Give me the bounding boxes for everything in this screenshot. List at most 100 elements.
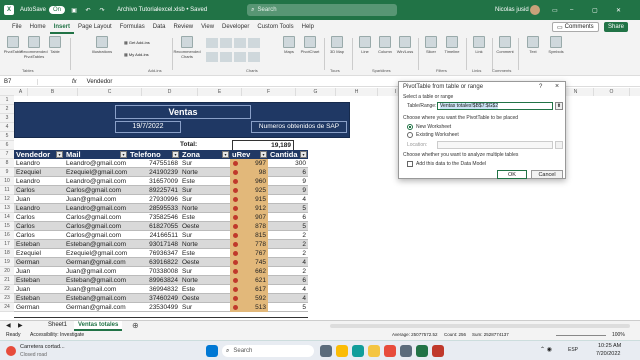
row-header[interactable]: 4 [0,123,14,132]
file-explorer-icon[interactable] [368,345,380,357]
pivotchart-button[interactable]: PivotChart [300,36,320,54]
cell-cantidad[interactable]: 9 [268,177,308,186]
cell-vendedor[interactable]: Ezequiel [14,249,64,258]
range-input[interactable]: Ventas totales!$B$7:$G$2 [437,102,553,110]
cell-mail[interactable]: Carlos@gmail.com [64,231,128,240]
text-button[interactable]: Text [524,36,542,54]
add-sheet-icon[interactable]: ⊕ [132,321,139,330]
select-all-corner[interactable] [0,88,14,96]
filter-dropdown-icon[interactable]: ▾ [172,151,179,158]
row-header[interactable]: 20 [0,267,14,276]
column-header[interactable]: A [14,88,28,96]
row-header[interactable]: 1 [0,96,14,105]
edge-icon[interactable] [352,345,364,357]
cell-telefono[interactable]: 76936347 [128,249,180,258]
cell-mail[interactable]: Juan@gmail.com [64,267,128,276]
redo-icon[interactable]: ↷ [97,5,107,15]
tab-file[interactable]: File [8,20,26,34]
cell-zona[interactable]: Sur [180,303,230,312]
avatar[interactable] [530,5,540,15]
cell-vendedor[interactable]: Juan [14,285,64,294]
tab-help[interactable]: Help [298,20,318,34]
row-header[interactable]: 9 [0,168,14,177]
cell-vendedor[interactable]: Carlos [14,213,64,222]
formula-input[interactable]: Vendedor [87,79,113,85]
clock-date[interactable]: 7/20/2022 [596,351,620,357]
bar-chart-icon[interactable] [248,38,260,48]
tab-developer[interactable]: Developer [218,20,253,34]
cell-cantidad[interactable]: 5 [268,303,308,312]
cell-telefono[interactable]: 31657009 [128,177,180,186]
cell-vendedor[interactable]: Ezequiel [14,168,64,177]
cell-vendedor[interactable]: Carlos [14,186,64,195]
tab-data[interactable]: Data [149,20,170,34]
filter-dropdown-icon[interactable]: ▾ [260,151,267,158]
cell-cantidad[interactable]: 5 [268,222,308,231]
sheet-tab-ventas-totales[interactable]: Ventas totales [74,321,123,331]
sheet-nav-prev-icon[interactable]: ◀ [6,322,11,329]
search-box[interactable]: ⌕ Search [247,4,398,16]
cell-mail[interactable]: Leandro@gmail.com [64,159,128,168]
3d-map-button[interactable]: 3D Map [328,36,346,54]
data-model-checkbox[interactable] [407,161,413,167]
tab-formulas[interactable]: Formulas [116,20,149,34]
cell-vendedor[interactable]: Esteban [14,294,64,303]
accessibility-status[interactable]: Accessibility: Investigate [30,332,84,338]
sheet-tab-sheet1[interactable]: Sheet1 [48,322,67,328]
tab-review[interactable]: Review [169,20,197,34]
zoom-level[interactable]: 100% [612,332,625,338]
other-chart-icon[interactable] [248,52,260,62]
name-box[interactable]: B7 [0,78,38,85]
filter-dropdown-icon[interactable]: ▾ [120,151,127,158]
cell-mail[interactable]: Ezequiel@gmail.com [64,249,128,258]
cell-vendedor[interactable]: Juan [14,195,64,204]
cell-telefono[interactable]: 74755168 [128,159,180,168]
cell-vendedor[interactable]: Carlos [14,231,64,240]
header-mail[interactable]: Mail [64,150,128,159]
horizontal-scrollbar[interactable] [330,324,630,328]
row-header[interactable]: 15 [0,222,14,231]
tab-view[interactable]: View [197,20,218,34]
row-header[interactable]: 21 [0,276,14,285]
save-icon[interactable]: ▣ [69,5,79,15]
cell-cantidad[interactable]: 300 [268,159,308,168]
column-header[interactable]: B [28,88,78,96]
cell-zona[interactable]: Este [180,213,230,222]
ribbon-display-icon[interactable]: ▭ [552,7,558,14]
language-indicator[interactable]: ESP [568,347,578,353]
cell-mail[interactable]: German@gmail.com [64,303,128,312]
autosave-toggle[interactable]: On [49,6,66,14]
existing-worksheet-label[interactable]: Existing Worksheet [416,132,459,138]
sparkline-line-button[interactable]: Line [356,36,374,54]
scatter-chart-icon[interactable] [220,52,232,62]
cell-telefono[interactable]: 70338008 [128,267,180,276]
cell-mail[interactable]: Carlos@gmail.com [64,186,128,195]
row-header[interactable]: 13 [0,204,14,213]
clock-time[interactable]: 10:25 AM [598,343,621,349]
cell-mail[interactable]: Ezequiel@gmail.com [64,168,128,177]
cell-vendedor[interactable]: German [14,303,64,312]
cell-vendedor[interactable]: Carlos [14,222,64,231]
chrome-icon[interactable] [336,345,348,357]
cell-telefono[interactable]: 28595533 [128,204,180,213]
table-button[interactable]: Table [46,36,64,54]
cell-telefono[interactable]: 89963824 [128,276,180,285]
cell-cantidad[interactable]: 9 [268,186,308,195]
chart-type-gallery[interactable] [206,38,276,64]
row-header[interactable]: 22 [0,285,14,294]
row-header[interactable]: 2 [0,105,14,114]
app-icon[interactable] [384,345,396,357]
cell-telefono[interactable]: 73582546 [128,213,180,222]
sparkline-column-button[interactable]: Column [376,36,394,54]
slicer-button[interactable]: Slicer [422,36,440,54]
store-icon[interactable] [400,345,412,357]
cell-cantidad[interactable]: 6 [268,276,308,285]
cell-telefono[interactable]: 37460249 [128,294,180,303]
cell-cantidad[interactable]: 2 [268,249,308,258]
formula-fx-icon[interactable]: fx [72,79,77,85]
range-picker-button[interactable]: ⬍ [555,102,563,110]
cell-cantidad[interactable]: 4 [268,195,308,204]
row-header[interactable]: 23 [0,294,14,303]
recommended-pivottables-button[interactable]: Recommended PivotTables [20,36,48,59]
cell-vendedor[interactable]: Leandro [14,204,64,213]
